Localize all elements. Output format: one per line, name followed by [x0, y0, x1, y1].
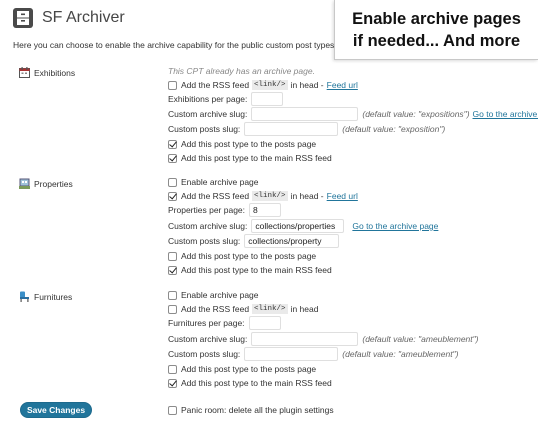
archive-icon	[13, 8, 33, 28]
furnitures-per-page-input[interactable]	[248, 316, 281, 330]
posts-slug-label: Custom posts slug:	[168, 236, 241, 246]
rss-label-pre: Add the RSS feed	[181, 80, 250, 90]
exhibitions-per-page-row: Exhibitions per page:	[168, 92, 284, 106]
link-tag: <link/>	[252, 304, 288, 314]
exhibitions-posts-slug-row: Custom posts slug: (default value: "expo…	[168, 122, 445, 136]
callout-line-2: if needed... And more	[352, 32, 521, 50]
exhibitions-posts-page-checkbox[interactable]	[168, 139, 177, 149]
properties-archive-slug-input[interactable]: collections/properties	[251, 219, 345, 233]
per-page-label: Properties per page:	[168, 205, 246, 215]
panic-room-checkbox[interactable]	[168, 405, 177, 415]
section-furnitures: Furnitures	[19, 291, 72, 302]
callout-line-1: Enable archive pages	[352, 10, 521, 28]
link-tag: <link/>	[252, 191, 288, 201]
archive-default-hint: (default value: "ameublement")	[362, 334, 479, 344]
main-rss-label: Add this post type to the main RSS feed	[181, 265, 332, 275]
panic-room-label: Panic room: delete all the plugin settin…	[181, 405, 334, 415]
furnitures-archive-slug-input[interactable]	[251, 332, 359, 346]
properties-rss-checkbox[interactable]	[168, 191, 177, 201]
exhibitions-feed-link[interactable]: Feed url	[327, 80, 358, 90]
section-furnitures-label: Furnitures	[34, 291, 73, 302]
properties-posts-slug-input[interactable]: collections/property	[244, 234, 340, 248]
posts-slug-label: Custom posts slug:	[168, 349, 241, 359]
properties-main-rss-row: Add this post type to the main RSS feed	[168, 263, 332, 277]
furnitures-posts-slug-input[interactable]	[244, 347, 339, 361]
posts-page-label: Add this post type to the posts page	[181, 251, 317, 261]
furnitures-per-page-row: Furnitures per page:	[168, 316, 281, 330]
feature-callout: Enable archive pages if needed... And mo…	[334, 0, 538, 60]
chair-icon	[19, 291, 30, 302]
furnitures-enable-checkbox[interactable]	[168, 290, 177, 300]
properties-rss-row: Add the RSS feed <link/> in head - Feed …	[168, 189, 358, 203]
save-changes-button[interactable]: Save Changes	[20, 402, 92, 418]
archive-default-hint: (default value: "expositions")	[362, 109, 470, 119]
properties-feed-link[interactable]: Feed url	[327, 191, 358, 201]
exhibitions-rss-row: Add the RSS feed <link/> in head - Feed …	[168, 78, 358, 92]
posts-slug-label: Custom posts slug:	[168, 124, 241, 134]
properties-enable-checkbox[interactable]	[168, 177, 177, 187]
building-icon	[19, 178, 30, 189]
properties-enable-row: Enable archive page	[168, 175, 259, 189]
page-title: SF Archiver	[42, 9, 125, 26]
furnitures-posts-page-checkbox[interactable]	[168, 364, 177, 374]
posts-default-hint: (default value: "exposition")	[342, 124, 446, 134]
exhibitions-main-rss-checkbox[interactable]	[168, 153, 177, 163]
furnitures-posts-page-row: Add this post type to the posts page	[168, 362, 316, 376]
enable-archive-label: Enable archive page	[181, 290, 259, 300]
panic-room-row: Panic room: delete all the plugin settin…	[168, 403, 334, 417]
archive-slug-label: Custom archive slug:	[168, 109, 248, 119]
exhibitions-archive-link[interactable]: Go to the archive page	[473, 109, 538, 119]
rss-label-post: in head	[290, 304, 319, 314]
properties-per-page-input[interactable]: 8	[249, 203, 282, 217]
properties-archive-link[interactable]: Go to the archive page	[352, 221, 438, 231]
rss-label-pre: Add the RSS feed	[181, 191, 250, 201]
posts-page-label: Add this post type to the posts page	[181, 364, 317, 374]
section-properties-label: Properties	[34, 178, 73, 189]
furnitures-main-rss-checkbox[interactable]	[168, 378, 177, 388]
furnitures-archive-slug-row: Custom archive slug: (default value: "am…	[168, 332, 479, 346]
per-page-label: Exhibitions per page:	[168, 94, 248, 104]
rss-label-pre: Add the RSS feed	[181, 304, 250, 314]
intro-text: Here you can choose to enable the archiv…	[13, 40, 337, 50]
furnitures-main-rss-row: Add this post type to the main RSS feed	[168, 376, 332, 390]
furnitures-posts-slug-row: Custom posts slug: (default value: "ameu…	[168, 347, 458, 361]
archive-slug-label: Custom archive slug:	[168, 334, 248, 344]
furnitures-rss-checkbox[interactable]	[168, 304, 177, 314]
furnitures-enable-row: Enable archive page	[168, 288, 259, 302]
exhibitions-posts-slug-input[interactable]	[244, 122, 339, 136]
per-page-label: Furnitures per page:	[168, 318, 245, 328]
main-rss-label: Add this post type to the main RSS feed	[181, 378, 332, 388]
posts-default-hint: (default value: "ameublement")	[342, 349, 459, 359]
rss-label-post: in head -	[290, 80, 324, 90]
section-exhibitions-label: Exhibitions	[34, 67, 76, 78]
exhibitions-posts-page-row: Add this post type to the posts page	[168, 137, 316, 151]
properties-posts-page-checkbox[interactable]	[168, 251, 177, 261]
exhibitions-archive-slug-input[interactable]	[251, 107, 359, 121]
main-rss-label: Add this post type to the main RSS feed	[181, 153, 332, 163]
properties-posts-slug-row: Custom posts slug: collections/property	[168, 234, 340, 248]
properties-main-rss-checkbox[interactable]	[168, 265, 177, 275]
rss-label-post: in head -	[290, 191, 324, 201]
exhibitions-main-rss-row: Add this post type to the main RSS feed	[168, 151, 332, 165]
section-exhibitions: Exhibitions	[19, 67, 75, 78]
link-tag: <link/>	[252, 80, 288, 90]
calendar-icon	[19, 67, 30, 78]
properties-per-page-row: Properties per page: 8	[168, 203, 282, 217]
properties-posts-page-row: Add this post type to the posts page	[168, 249, 316, 263]
section-properties: Properties	[19, 178, 73, 189]
furnitures-rss-row: Add the RSS feed <link/> in head	[168, 302, 318, 316]
exhibitions-rss-checkbox[interactable]	[168, 80, 177, 90]
exhibitions-per-page-input[interactable]	[251, 92, 284, 106]
properties-archive-slug-row: Custom archive slug: collections/propert…	[168, 219, 438, 233]
exhibitions-archive-slug-row: Custom archive slug: (default value: "ex…	[168, 107, 538, 121]
archive-slug-label: Custom archive slug:	[168, 221, 248, 231]
posts-page-label: Add this post type to the posts page	[181, 139, 317, 149]
exhibitions-archive-note: This CPT already has an archive page.	[168, 66, 315, 76]
enable-archive-label: Enable archive page	[181, 177, 259, 187]
